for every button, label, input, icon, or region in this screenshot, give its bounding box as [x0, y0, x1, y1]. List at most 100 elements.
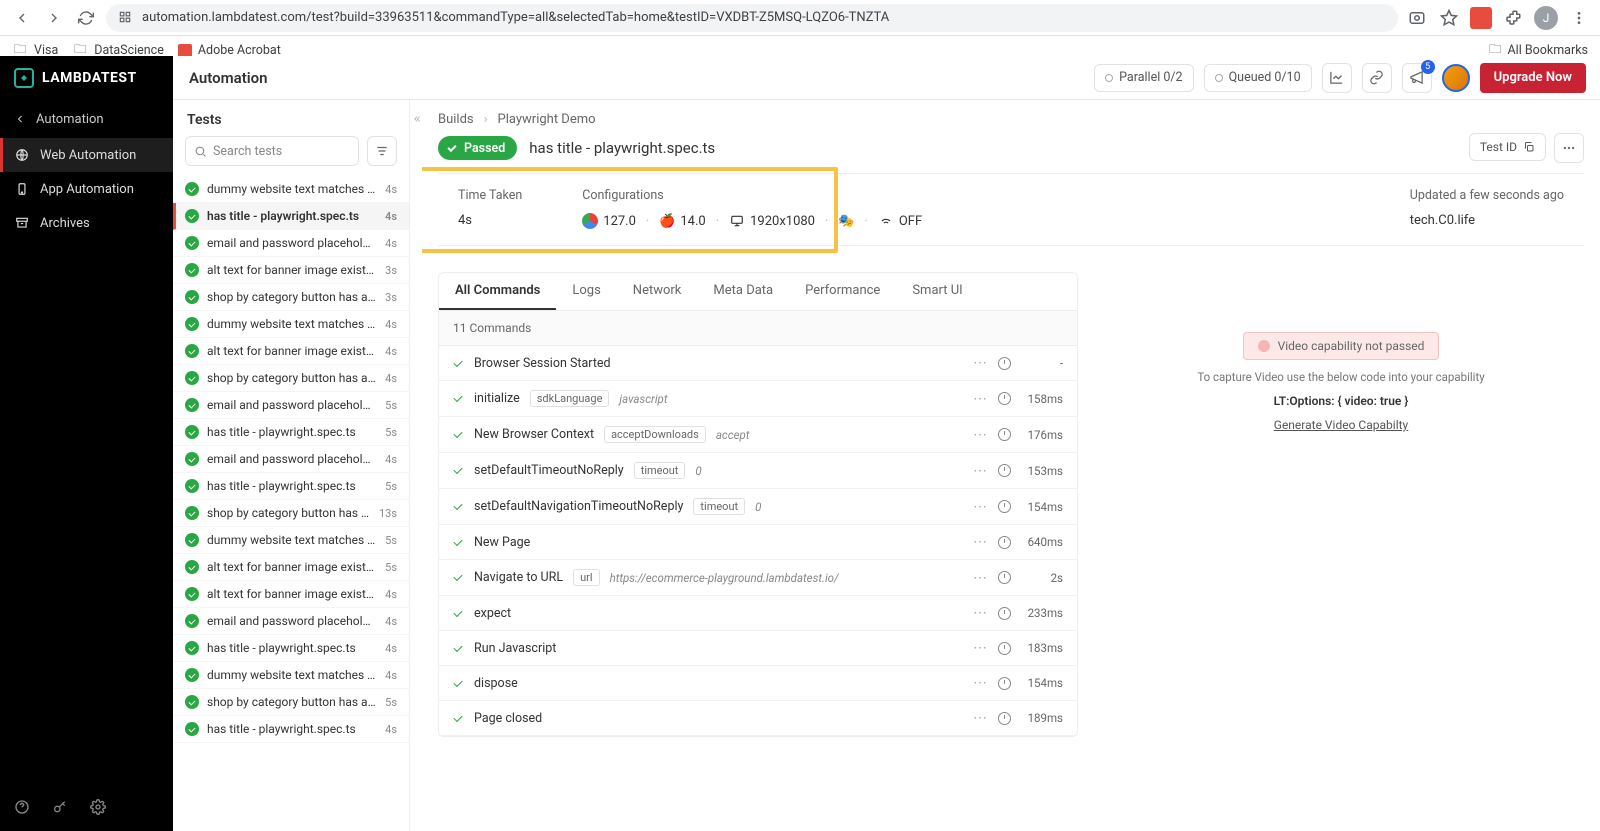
pass-icon: [185, 641, 199, 655]
back-icon[interactable]: [10, 6, 34, 30]
key-icon[interactable]: [52, 799, 70, 817]
crumb-project[interactable]: Playwright Demo: [498, 112, 596, 127]
test-item[interactable]: email and password placeholder...4s: [173, 230, 409, 257]
command-row[interactable]: Page closed⋯189ms: [439, 701, 1077, 736]
test-item[interactable]: email and password placeholder...5s: [173, 392, 409, 419]
test-item[interactable]: alt text for banner image exists - ...4s: [173, 581, 409, 608]
more-icon[interactable]: ⋯: [973, 355, 988, 371]
search-input[interactable]: Search tests: [185, 136, 359, 166]
param-chip: timeout: [693, 498, 745, 515]
more-icon[interactable]: ⋯: [973, 675, 988, 691]
test-item[interactable]: alt text for banner image exists - ...4s: [173, 338, 409, 365]
test-item[interactable]: dummy website text matches - p...4s: [173, 662, 409, 689]
more-icon[interactable]: ⋯: [973, 710, 988, 726]
generate-link[interactable]: Generate Video Capabilty: [1274, 418, 1408, 432]
user-avatar[interactable]: [1442, 64, 1470, 92]
test-duration: 5s: [385, 561, 397, 574]
collapse-handle[interactable]: [410, 100, 422, 831]
more-button[interactable]: [1554, 133, 1584, 163]
tab-network[interactable]: Network: [617, 273, 698, 310]
test-duration: 13s: [379, 507, 397, 520]
command-row[interactable]: expect⋯233ms: [439, 596, 1077, 631]
upgrade-button[interactable]: Upgrade Now: [1480, 63, 1586, 93]
more-icon[interactable]: ⋯: [973, 640, 988, 656]
more-icon[interactable]: ⋯: [973, 499, 988, 515]
analytics-icon[interactable]: [1322, 63, 1352, 93]
command-row[interactable]: New Page⋯640ms: [439, 525, 1077, 560]
command-time: 154ms: [1021, 676, 1063, 690]
test-item[interactable]: has title - playwright.spec.ts5s: [173, 419, 409, 446]
test-duration: 4s: [385, 210, 397, 223]
test-item[interactable]: has title - playwright.spec.ts4s: [173, 716, 409, 743]
command-row[interactable]: setDefaultNavigationTimeoutNoReplytimeou…: [439, 489, 1077, 525]
tests-panel: Tests Search tests dummy website text ma…: [173, 100, 410, 831]
more-icon[interactable]: ⋯: [973, 605, 988, 621]
test-duration: 4s: [385, 642, 397, 655]
more-icon[interactable]: ⋯: [973, 463, 988, 479]
help-icon[interactable]: [14, 799, 32, 817]
test-item[interactable]: dummy website text matches - p...5s: [173, 527, 409, 554]
more-icon[interactable]: ⋯: [973, 427, 988, 443]
tab-performance[interactable]: Performance: [789, 273, 896, 310]
menu-icon[interactable]: [1568, 7, 1590, 29]
test-item[interactable]: shop by category button has aria...4s: [173, 365, 409, 392]
announce-icon[interactable]: 5: [1402, 63, 1432, 93]
command-row[interactable]: Navigate to URLurlhttps://ecommerce-play…: [439, 560, 1077, 596]
test-list[interactable]: dummy website text matches - p...4shas t…: [173, 176, 409, 831]
command-row[interactable]: dispose⋯154ms: [439, 666, 1077, 701]
configurations-label: Configurations: [582, 188, 922, 203]
test-item[interactable]: email and password placeholder...4s: [173, 608, 409, 635]
test-item[interactable]: alt text for banner image exists - ...3s: [173, 257, 409, 284]
test-item[interactable]: has title - playwright.spec.ts4s: [173, 635, 409, 662]
tab-smart-ui[interactable]: Smart UI: [896, 273, 978, 310]
test-item[interactable]: shop by category button has ari...13s: [173, 500, 409, 527]
crumb-builds[interactable]: Builds: [438, 112, 474, 127]
forward-icon[interactable]: [42, 6, 66, 30]
pass-icon: [185, 344, 199, 358]
logo[interactable]: LAMBDATEST: [0, 56, 173, 100]
test-item[interactable]: alt text for banner image exists - ...5s: [173, 554, 409, 581]
pass-icon: [185, 452, 199, 466]
filter-button[interactable]: [367, 136, 397, 166]
test-item[interactable]: dummy website text matches - p...4s: [173, 311, 409, 338]
test-item[interactable]: email and password placeholder...4s: [173, 446, 409, 473]
ext1-icon[interactable]: [1470, 7, 1492, 29]
more-icon[interactable]: ⋯: [973, 570, 988, 586]
extensions-icon[interactable]: [1502, 7, 1524, 29]
sidebar-back[interactable]: Automation: [0, 100, 173, 138]
command-row[interactable]: New Browser ContextacceptDownloadsaccept…: [439, 417, 1077, 453]
test-item[interactable]: shop by category button has aria...5s: [173, 689, 409, 716]
star-icon[interactable]: [1438, 7, 1460, 29]
sidebar-item-archives[interactable]: Archives: [0, 206, 173, 240]
clock-icon: [998, 607, 1011, 620]
tab-logs[interactable]: Logs: [556, 273, 616, 310]
sidebar-item-app[interactable]: App Automation: [0, 172, 173, 206]
more-icon[interactable]: ⋯: [973, 534, 988, 550]
sidebar-item-web[interactable]: Web Automation: [0, 138, 173, 172]
profile-avatar[interactable]: J: [1534, 6, 1558, 30]
command-row[interactable]: Browser Session Started⋯-: [439, 346, 1077, 381]
lens-icon[interactable]: [1406, 7, 1428, 29]
reload-icon[interactable]: [74, 6, 98, 30]
test-duration: 5s: [385, 534, 397, 547]
link-icon[interactable]: [1362, 63, 1392, 93]
test-item[interactable]: shop by category button has aria...3s: [173, 284, 409, 311]
command-row[interactable]: Run Javascript⋯183ms: [439, 631, 1077, 666]
command-row[interactable]: initializesdkLanguagejavascript⋯158ms: [439, 381, 1077, 417]
test-name: has title - playwright.spec.ts: [207, 425, 377, 439]
settings-icon[interactable]: [90, 799, 108, 817]
test-item[interactable]: dummy website text matches - p...4s: [173, 176, 409, 203]
test-duration: 4s: [385, 372, 397, 385]
test-item[interactable]: has title - playwright.spec.ts4s: [173, 203, 409, 230]
testid-button[interactable]: Test ID: [1469, 133, 1546, 161]
tab-all-commands[interactable]: All Commands: [439, 273, 556, 310]
parallel-pill[interactable]: Parallel 0/2: [1094, 64, 1193, 92]
queued-pill[interactable]: Queued 0/10: [1204, 64, 1312, 92]
url-bar[interactable]: automation.lambdatest.com/test?build=339…: [106, 4, 1398, 32]
more-icon[interactable]: ⋯: [973, 391, 988, 407]
tab-meta-data[interactable]: Meta Data: [697, 273, 789, 310]
test-name: has title - playwright.spec.ts: [207, 479, 377, 493]
command-row[interactable]: setDefaultTimeoutNoReplytimeout0⋯153ms: [439, 453, 1077, 489]
test-item[interactable]: has title - playwright.spec.ts5s: [173, 473, 409, 500]
clock-icon: [998, 357, 1011, 370]
